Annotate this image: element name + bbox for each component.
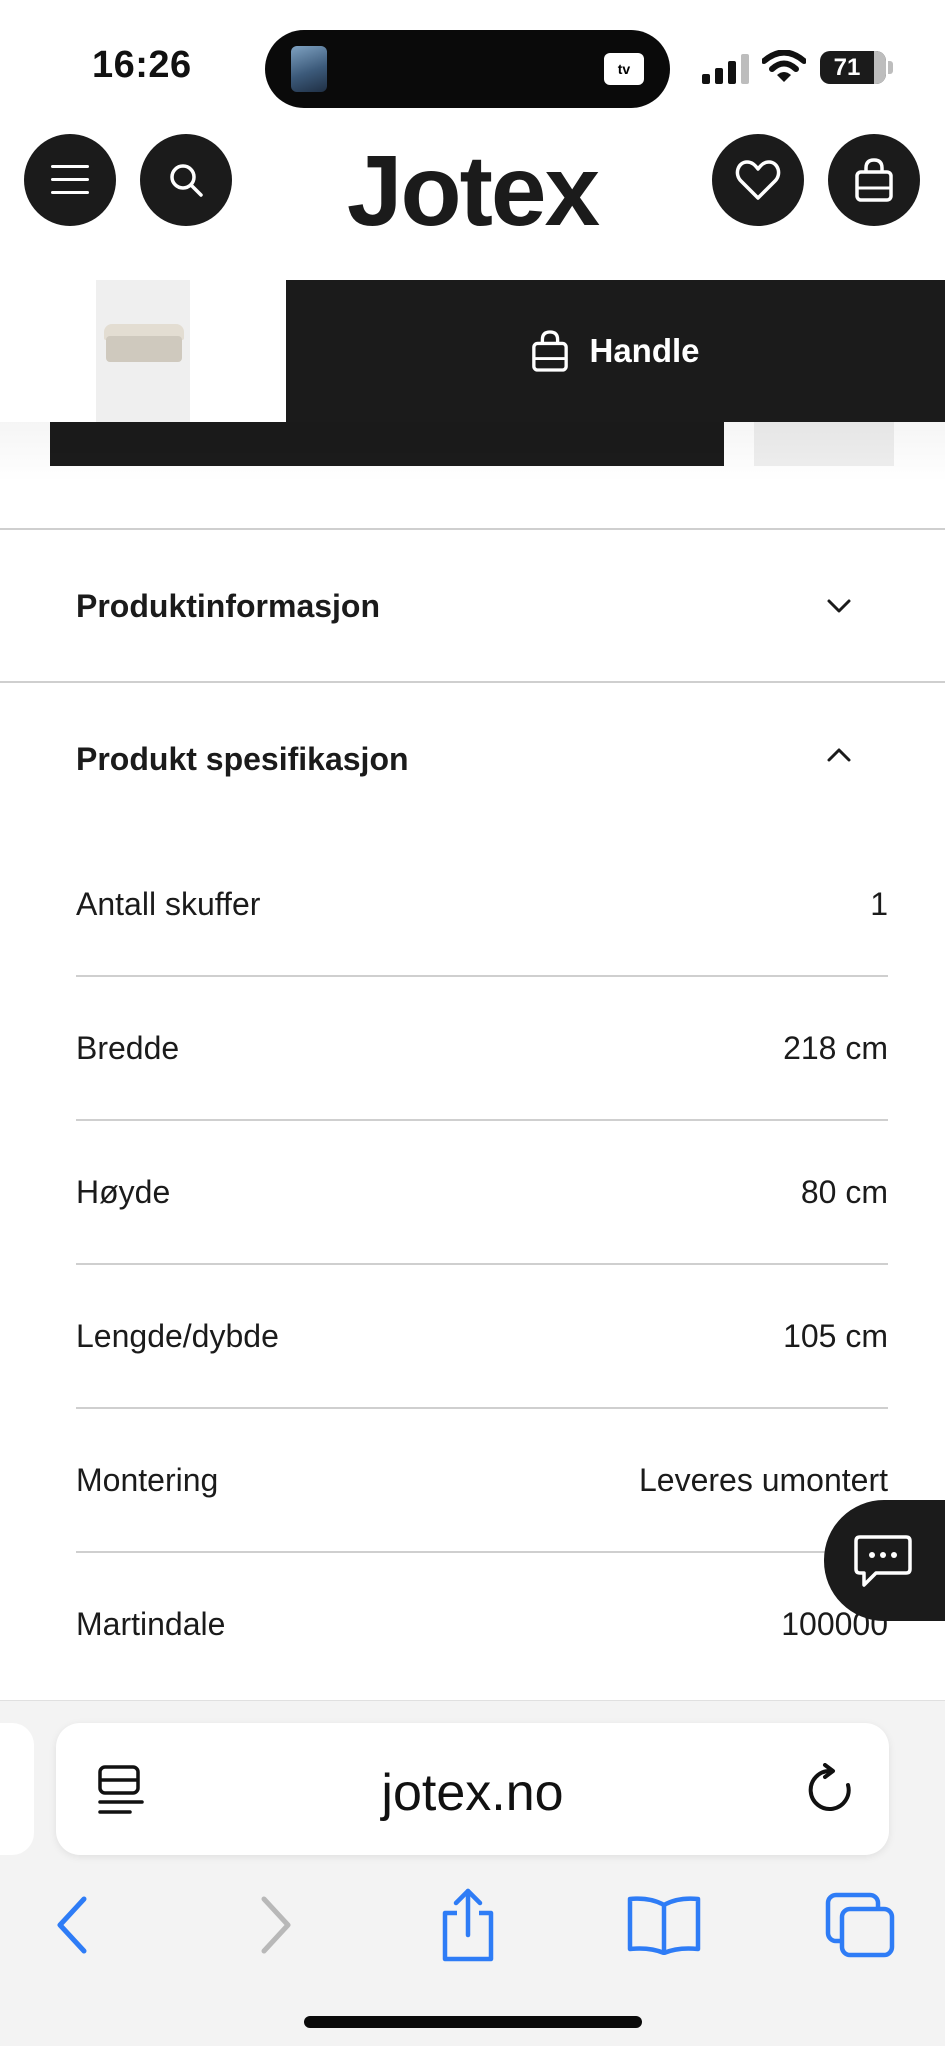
now-playing-artwork (291, 46, 327, 92)
browser-toolbar: jotex.no (0, 1700, 945, 2046)
battery-cap (888, 61, 893, 74)
url-text: jotex.no (381, 1764, 564, 1822)
spec-value: Leveres umontert (638, 1462, 888, 1498)
spec-label: Montering (76, 1462, 219, 1498)
forward-icon (261, 1896, 291, 1954)
sticky-buy-bar: Handle (0, 280, 945, 422)
cart-button[interactable] (828, 134, 920, 226)
bookmarks-button[interactable] (626, 1887, 702, 1963)
spec-value: 105 cm (783, 1318, 888, 1354)
chat-bubble-icon (854, 1534, 912, 1587)
battery-icon: 71 (820, 51, 886, 84)
product-thumbnail-container (0, 280, 286, 422)
home-indicator[interactable] (304, 2016, 642, 2028)
buy-button[interactable]: Handle (286, 280, 945, 422)
share-icon (442, 1888, 494, 1962)
spec-label: Martindale (76, 1606, 226, 1642)
chat-button[interactable] (824, 1500, 945, 1621)
browser-nav-row (0, 1869, 945, 1969)
spec-divider (76, 975, 888, 977)
spec-divider (76, 1263, 888, 1265)
tabs-icon (825, 1892, 895, 1958)
shopping-bag-icon (855, 158, 893, 202)
wishlist-button[interactable] (712, 134, 804, 226)
previous-tab-peek[interactable] (0, 1723, 34, 1855)
chevron-up-icon (827, 748, 851, 762)
spec-label: Høyde (76, 1174, 171, 1210)
accordion-product-spec[interactable]: Produkt spesifikasjon (0, 683, 945, 833)
accordion-title-product-info: Produktinformasjon (76, 588, 381, 624)
forward-button[interactable] (238, 1887, 314, 1963)
spec-value: 80 cm (800, 1174, 888, 1210)
status-bar: 16:26 tv 71 (0, 0, 945, 120)
share-button[interactable] (430, 1887, 506, 1963)
accordion-product-info[interactable]: Produktinformasjon (0, 530, 945, 682)
spec-label: Bredde (76, 1030, 180, 1066)
chevron-down-icon (827, 599, 851, 613)
bar-shadow (0, 422, 945, 482)
spec-divider (76, 1551, 888, 1553)
apple-tv-badge: tv (604, 53, 644, 85)
product-thumbnail[interactable] (96, 280, 190, 422)
spec-label: Lengde/dybde (76, 1318, 279, 1354)
site-header: Jotex (0, 120, 945, 280)
buy-button-label: Handle (589, 332, 700, 369)
spec-value: 1 (870, 886, 888, 922)
spec-divider (76, 1119, 888, 1121)
back-button[interactable] (34, 1887, 110, 1963)
spec-value: 218 cm (783, 1030, 888, 1066)
reload-icon[interactable] (803, 1763, 857, 1817)
shopping-bag-icon (532, 330, 569, 372)
spec-label: Antall skuffer (76, 886, 261, 922)
accordion-title-product-spec: Produkt spesifikasjon (76, 741, 409, 777)
status-time: 16:26 (92, 44, 192, 86)
tabs-button[interactable] (822, 1887, 898, 1963)
spec-divider (76, 1407, 888, 1409)
brand-logo[interactable]: Jotex (0, 134, 945, 249)
battery-level: 71 (833, 54, 861, 81)
dynamic-island[interactable]: tv (265, 30, 670, 108)
address-bar[interactable]: jotex.no (56, 1723, 889, 1855)
heart-icon (735, 160, 781, 200)
back-icon (57, 1896, 87, 1954)
wifi-icon (762, 50, 806, 82)
cellular-signal-icon (702, 54, 749, 84)
bookmarks-icon (627, 1896, 701, 1955)
